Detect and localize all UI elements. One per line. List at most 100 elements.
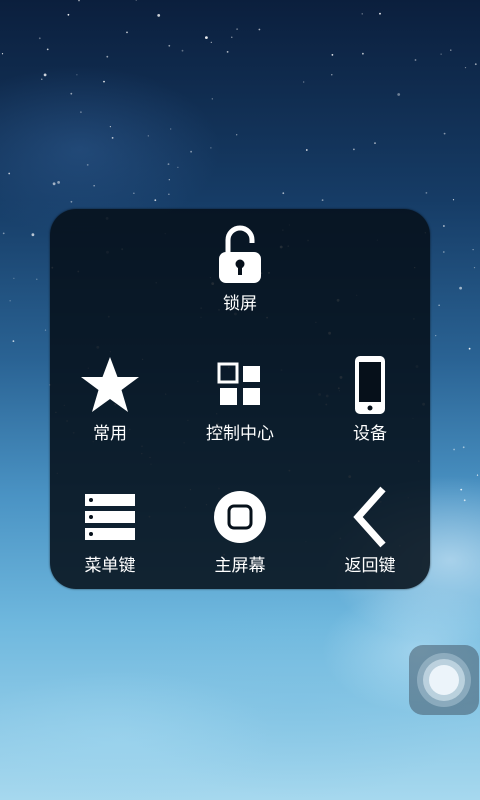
star bbox=[41, 78, 43, 80]
star bbox=[362, 52, 364, 55]
star bbox=[305, 149, 308, 151]
star bbox=[211, 98, 213, 100]
device-button[interactable]: 设备 bbox=[310, 353, 430, 445]
assistive-touch-icon bbox=[417, 653, 471, 707]
assistive-touch-panel: 锁屏 常用 控制中心 设备 菜单键 主屏幕 返回键 bbox=[50, 209, 430, 589]
favorites-label: 常用 bbox=[93, 424, 127, 444]
star bbox=[78, 0, 80, 2]
star bbox=[321, 199, 324, 202]
star bbox=[438, 304, 440, 306]
star bbox=[109, 126, 111, 128]
home-screen-button[interactable]: 主屏幕 bbox=[180, 485, 300, 577]
star bbox=[210, 41, 212, 43]
menu-key-button[interactable]: 菜单键 bbox=[50, 485, 170, 577]
star bbox=[303, 81, 305, 83]
star bbox=[463, 499, 466, 502]
lock-screen-label: 锁屏 bbox=[223, 294, 257, 314]
lock-screen-button[interactable]: 锁屏 bbox=[180, 223, 300, 315]
star bbox=[44, 329, 47, 331]
star bbox=[70, 200, 73, 203]
star bbox=[190, 150, 193, 153]
device-label: 设备 bbox=[353, 424, 387, 444]
star bbox=[353, 148, 355, 151]
star bbox=[450, 49, 452, 51]
star bbox=[135, 0, 137, 1]
star bbox=[67, 13, 70, 16]
star bbox=[111, 137, 114, 139]
star bbox=[106, 55, 109, 58]
star bbox=[464, 67, 467, 69]
star bbox=[231, 36, 233, 38]
star bbox=[147, 135, 149, 137]
control-center-button[interactable]: 控制中心 bbox=[180, 353, 300, 445]
star bbox=[282, 192, 285, 195]
star bbox=[36, 278, 38, 280]
menu-list-icon bbox=[75, 485, 145, 549]
star bbox=[2, 232, 5, 235]
star bbox=[8, 172, 11, 175]
star bbox=[86, 164, 89, 166]
phone-icon bbox=[335, 353, 405, 417]
star bbox=[473, 267, 476, 269]
star bbox=[472, 249, 474, 251]
star bbox=[210, 147, 212, 149]
star bbox=[236, 134, 238, 136]
star bbox=[453, 448, 455, 451]
star bbox=[331, 54, 334, 56]
favorites-button[interactable]: 常用 bbox=[50, 353, 170, 445]
star bbox=[443, 225, 445, 227]
star bbox=[9, 300, 11, 302]
star bbox=[476, 474, 479, 476]
back-chevron-icon bbox=[335, 485, 405, 549]
star bbox=[236, 28, 239, 30]
star bbox=[452, 199, 455, 201]
star bbox=[379, 12, 381, 15]
star bbox=[374, 142, 376, 145]
star bbox=[43, 73, 47, 77]
star bbox=[205, 36, 208, 39]
star bbox=[443, 132, 446, 135]
star bbox=[168, 44, 171, 47]
star bbox=[361, 13, 363, 15]
unlock-icon bbox=[205, 223, 275, 287]
home-button-icon bbox=[205, 485, 275, 549]
star bbox=[414, 59, 417, 61]
home-screen-label: 主屏幕 bbox=[214, 556, 266, 576]
star bbox=[468, 347, 471, 350]
star bbox=[103, 80, 105, 83]
star bbox=[168, 179, 170, 181]
star bbox=[177, 166, 179, 168]
star bbox=[46, 48, 49, 51]
star bbox=[1, 53, 4, 55]
star bbox=[13, 277, 15, 279]
star bbox=[31, 233, 35, 237]
star bbox=[440, 53, 442, 55]
star bbox=[93, 185, 95, 187]
star bbox=[52, 182, 56, 186]
star bbox=[258, 28, 261, 31]
star-icon bbox=[75, 353, 145, 417]
star bbox=[462, 446, 465, 449]
star bbox=[38, 37, 41, 40]
back-key-button[interactable]: 返回键 bbox=[310, 485, 430, 577]
home-screen: 锁屏 常用 控制中心 设备 菜单键 主屏幕 返回键 bbox=[0, 0, 480, 800]
star bbox=[474, 63, 477, 66]
star bbox=[167, 163, 170, 166]
assistive-touch-button[interactable] bbox=[409, 645, 479, 715]
star bbox=[425, 192, 428, 194]
star bbox=[126, 31, 128, 34]
star bbox=[157, 14, 161, 17]
star bbox=[459, 286, 462, 290]
control-center-icon bbox=[205, 353, 275, 417]
star bbox=[12, 340, 15, 342]
star bbox=[133, 192, 135, 194]
star bbox=[70, 92, 73, 95]
control-center-label: 控制中心 bbox=[206, 424, 274, 444]
star bbox=[80, 111, 82, 113]
star bbox=[170, 128, 172, 130]
menu-key-label: 菜单键 bbox=[84, 556, 136, 576]
star bbox=[154, 199, 157, 202]
star bbox=[181, 49, 184, 52]
star bbox=[331, 74, 333, 76]
star bbox=[397, 93, 401, 96]
